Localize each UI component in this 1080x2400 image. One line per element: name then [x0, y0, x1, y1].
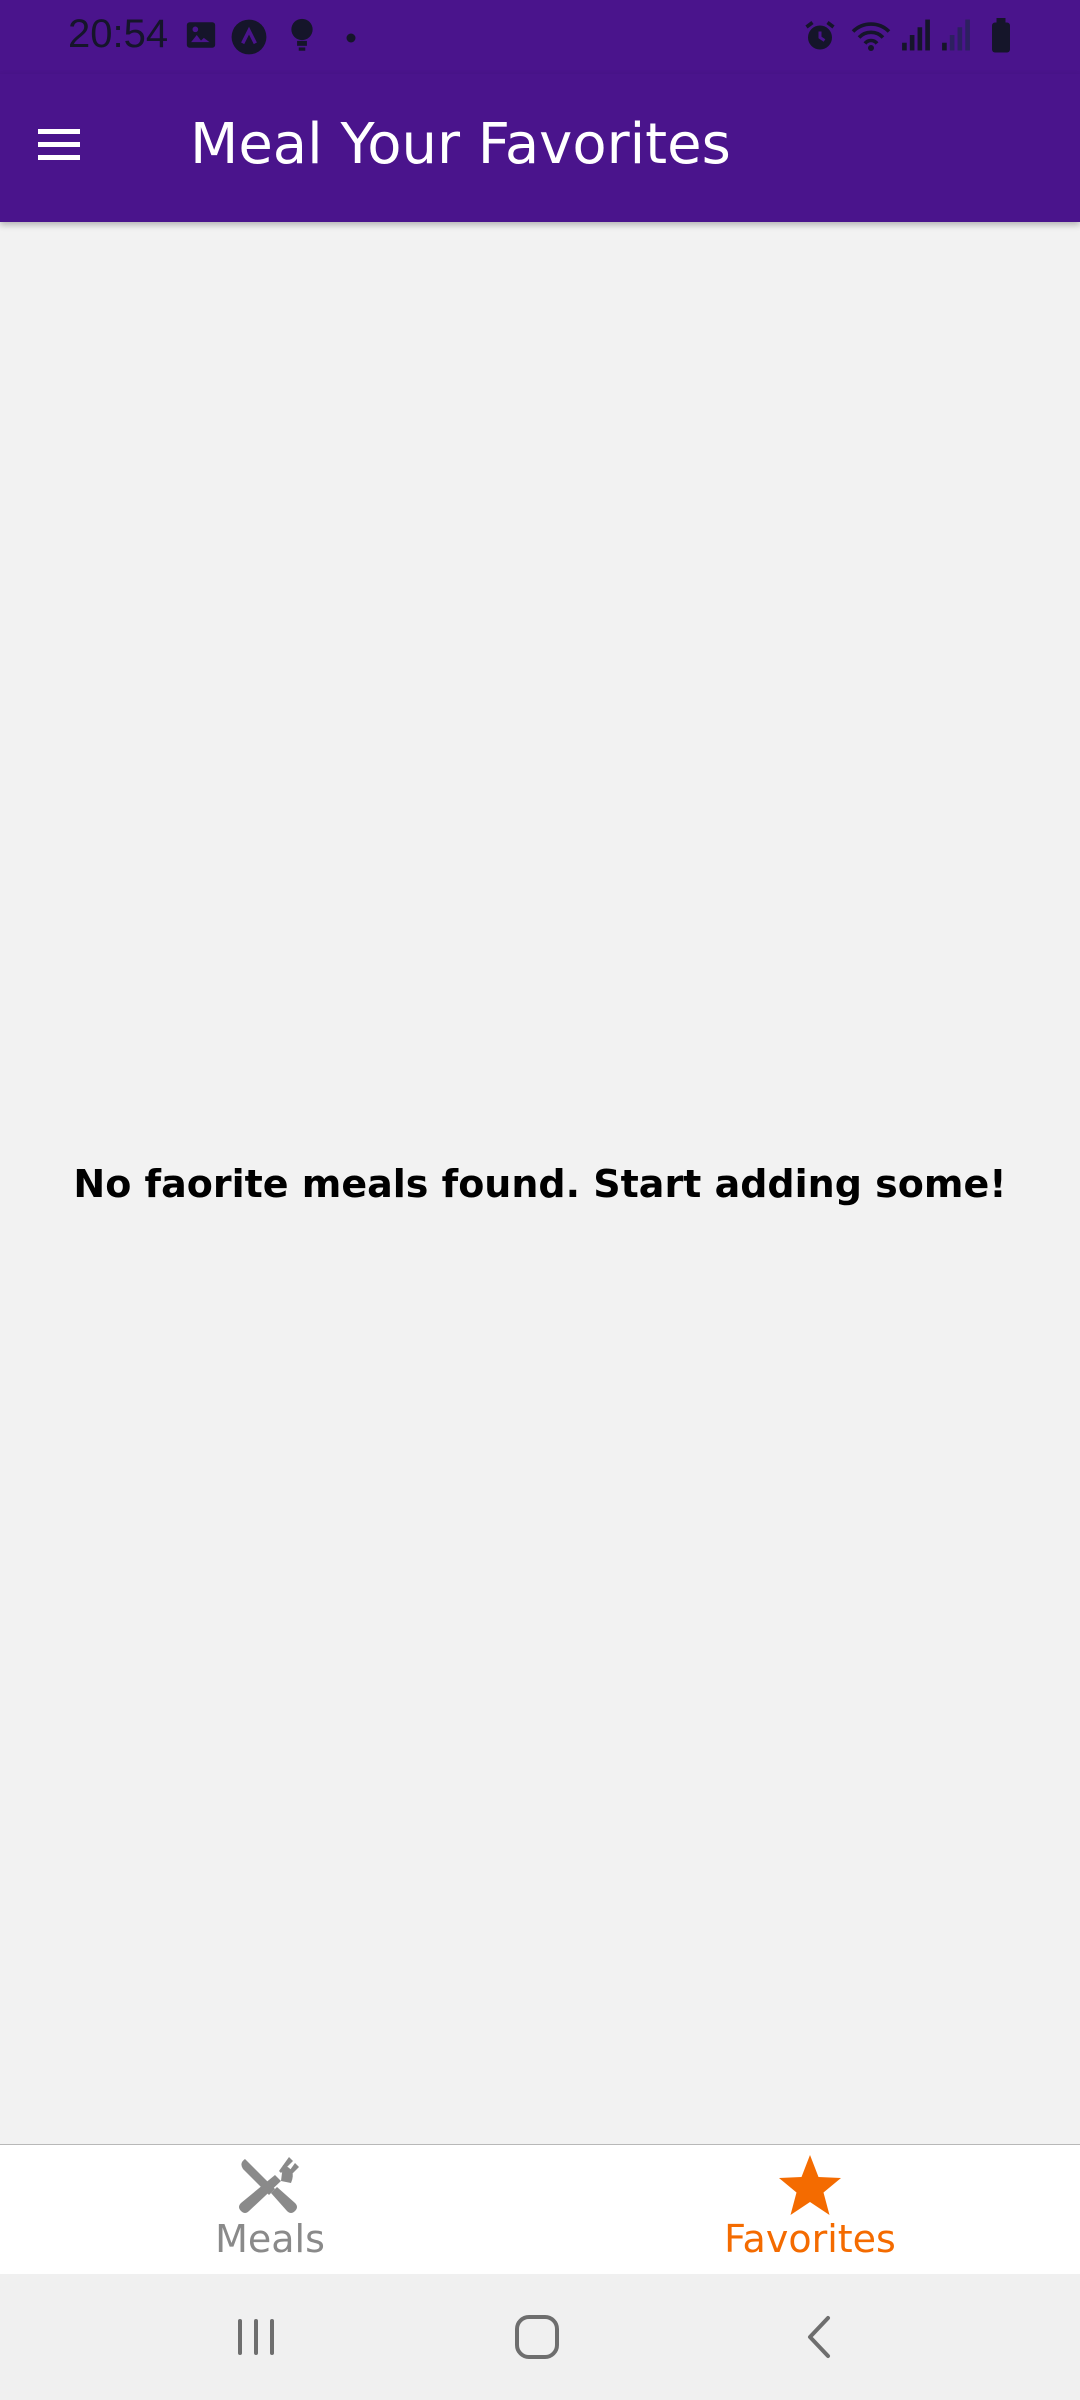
tab-favorites[interactable]: Favorites — [540, 2145, 1080, 2275]
signal-icon — [900, 18, 932, 52]
hamburger-menu-icon[interactable] — [22, 108, 96, 182]
app-bar: Meal Your Favorites — [0, 74, 1080, 222]
app-a-icon — [230, 18, 268, 56]
tab-meals[interactable]: Meals — [0, 2145, 540, 2275]
signal-weak-icon — [940, 18, 972, 52]
tab-favorites-label: Favorites — [724, 2217, 896, 2261]
fork-knife-icon — [235, 2151, 305, 2221]
status-time: 20:54 — [68, 12, 169, 56]
page-title: Meal Your Favorites — [190, 112, 731, 177]
image-icon — [184, 18, 218, 52]
battery-icon — [990, 18, 1012, 54]
wifi-icon — [850, 18, 892, 54]
alarm-icon — [802, 18, 838, 54]
tab-meals-label: Meals — [215, 2217, 325, 2261]
back-icon[interactable] — [784, 2302, 854, 2372]
favorites-content: No faorite meals found. Start adding som… — [0, 222, 1080, 2144]
bottom-tab-bar: Meals Favorites — [0, 2144, 1080, 2274]
app-screen: 20:54 Meal Your Favorites No faorite mea… — [0, 0, 1080, 2400]
system-nav-bar — [0, 2274, 1080, 2400]
recent-apps-icon[interactable] — [221, 2302, 291, 2372]
status-bar: 20:54 — [0, 0, 1080, 74]
star-icon — [775, 2151, 845, 2221]
dot-icon — [346, 33, 356, 43]
bulb-icon — [288, 18, 316, 54]
home-icon[interactable] — [502, 2302, 572, 2372]
empty-state-message: No faorite meals found. Start adding som… — [73, 1162, 1007, 1206]
